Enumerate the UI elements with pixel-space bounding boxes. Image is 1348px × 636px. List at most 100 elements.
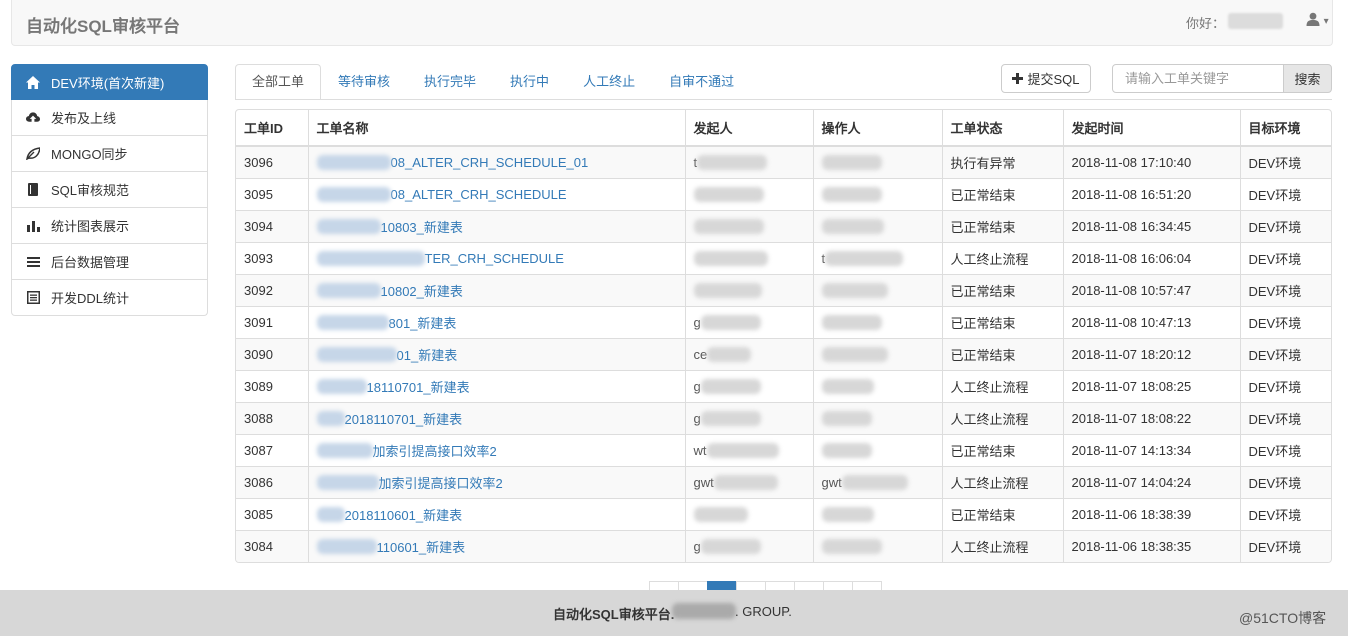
tab-5[interactable]: 自审不通过 <box>652 64 751 100</box>
order-name-link[interactable]: 18110701_新建表 <box>367 377 470 396</box>
order-status: 执行有异常 <box>942 146 1064 179</box>
sidebar-item-4[interactable]: 统计图表展示 <box>11 208 208 244</box>
operator-cell <box>813 530 943 562</box>
greeting-label: 你好： <box>1186 16 1226 31</box>
target-env: DEV环境 <box>1240 530 1331 562</box>
table-row[interactable]: 3088 2018110701_新建表 g 人工终止流程 2018-11-07 18:0… <box>236 402 1331 435</box>
target-env: DEV环境 <box>1240 274 1331 307</box>
order-name-link[interactable]: 08_ALTER_CRH_SCHEDULE <box>391 187 567 202</box>
tab-2[interactable]: 执行完毕 <box>407 64 493 100</box>
operator-cell <box>813 434 943 467</box>
redacted-text <box>697 154 768 170</box>
initiator-text: wt <box>693 442 707 458</box>
table-row[interactable]: 3087 加索引提高接口效率2 wt 已正常结束 2018-11-07 14:13:34… <box>236 434 1331 467</box>
user-menu-toggle[interactable]: ▾ <box>1306 12 1329 27</box>
initiator-text: ce <box>693 346 708 362</box>
order-name-link[interactable]: 2018110701_新建表 <box>345 409 463 428</box>
tab-3[interactable]: 执行中 <box>493 64 566 100</box>
redacted-text <box>821 442 872 458</box>
table-row[interactable]: 3094 10803_新建表 已正常结束 2018-11-08 16:34:45 DEV… <box>236 210 1331 243</box>
redacted-text <box>316 538 377 554</box>
order-name-cell: 18110701_新建表 <box>308 370 686 403</box>
target-env: DEV环境 <box>1240 338 1331 371</box>
status-tabs: 全部工单 等待审核 执行完毕 执行中 人工终止 自审不通过 <box>235 64 751 100</box>
table-row[interactable]: 3089 18110701_新建表 g 人工终止流程 2018-11-07 18:08:… <box>236 370 1331 403</box>
redacted-text <box>316 506 345 522</box>
order-id: 3086 <box>236 466 309 499</box>
redacted-text <box>693 186 764 202</box>
order-id: 3090 <box>236 338 309 371</box>
order-time: 2018-11-08 16:51:20 <box>1063 178 1241 211</box>
order-name-cell: 801_新建表 <box>308 306 686 339</box>
order-name-link[interactable]: 10803_新建表 <box>381 217 463 236</box>
order-name-link[interactable]: 加索引提高接口效率2 <box>373 441 497 460</box>
order-name-link[interactable]: 801_新建表 <box>389 313 457 332</box>
submit-sql-button[interactable]: 提交SQL <box>1001 64 1091 93</box>
order-name-link[interactable]: 加索引提高接口效率2 <box>379 473 503 492</box>
redacted-text <box>821 282 888 298</box>
sidebar-item-2[interactable]: MONGO同步 <box>11 136 208 172</box>
top-navbar: 自动化SQL审核平台 你好： ▾ <box>11 0 1333 46</box>
target-env: DEV环境 <box>1240 242 1331 275</box>
table-row[interactable]: 3085 2018110601_新建表 已正常结束 2018-11-06 18:38:… <box>236 498 1331 531</box>
target-env: DEV环境 <box>1240 210 1331 243</box>
order-name-cell: 08_ALTER_CRH_SCHEDULE <box>308 178 686 211</box>
operator-text: gwt <box>821 474 842 490</box>
plus-icon <box>1012 73 1024 84</box>
sidebar-item-6[interactable]: 开发DDL统计 <box>11 280 208 316</box>
order-name-cell: 加索引提高接口效率2 <box>308 434 686 467</box>
order-time: 2018-11-08 10:47:13 <box>1063 306 1241 339</box>
operator-cell <box>813 402 943 435</box>
footer: 自动化SQL审核平台. . GROUP. <box>0 590 1348 636</box>
table-row[interactable]: 3095 08_ALTER_CRH_SCHEDULE 已正常结束 2018-11-08… <box>236 178 1331 211</box>
order-name-link[interactable]: 01_新建表 <box>397 345 458 364</box>
target-env: DEV环境 <box>1240 178 1331 211</box>
tab-0[interactable]: 全部工单 <box>235 64 322 100</box>
operator-cell <box>813 178 943 211</box>
redacted-text <box>713 474 778 490</box>
order-id: 3094 <box>236 210 309 243</box>
order-name-cell: 10802_新建表 <box>308 274 686 307</box>
order-name-cell: 2018110601_新建表 <box>308 498 686 531</box>
redacted-text <box>706 442 779 458</box>
search-input[interactable] <box>1112 64 1284 93</box>
order-name-link[interactable]: 110601_新建表 <box>377 537 466 556</box>
redacted-text <box>821 154 882 170</box>
initiator-cell <box>685 178 814 211</box>
search-button[interactable]: 搜索 <box>1283 64 1332 93</box>
table-row[interactable]: 3086 加索引提高接口效率2 gwt gwt 人工终止流程 2018-11-07 14:… <box>236 466 1331 499</box>
order-status: 人工终止流程 <box>942 370 1064 403</box>
order-name-cell: 加索引提高接口效率2 <box>308 466 686 499</box>
order-time: 2018-11-08 17:10:40 <box>1063 146 1241 179</box>
target-env: DEV环境 <box>1240 466 1331 499</box>
order-time: 2018-11-07 18:08:22 <box>1063 402 1241 435</box>
order-name-link[interactable]: TER_CRH_SCHEDULE <box>425 251 564 266</box>
leaf-icon <box>26 147 40 161</box>
table-row[interactable]: 3091 801_新建表 g 已正常结束 2018-11-08 10:47:13 DEV环… <box>236 306 1331 339</box>
sidebar-menu: DEV环境(首次新建) 发布及上线 MONGO同步 SQL审核规范 统计图表展示 后台数据… <box>11 64 208 316</box>
target-env: DEV环境 <box>1240 146 1331 179</box>
initiator-text: g <box>693 378 701 394</box>
redacted-text <box>821 186 882 202</box>
sidebar-item-0[interactable]: DEV环境(首次新建) <box>11 64 208 100</box>
target-env: DEV环境 <box>1240 498 1331 531</box>
order-name-link[interactable]: 08_ALTER_CRH_SCHEDULE_01 <box>391 155 589 170</box>
tab-4[interactable]: 人工终止 <box>566 64 652 100</box>
table-row[interactable]: 3084 110601_新建表 g 人工终止流程 2018-11-06 18:38:35… <box>236 530 1331 562</box>
order-time: 2018-11-06 18:38:39 <box>1063 498 1241 531</box>
order-status: 已正常结束 <box>942 274 1064 307</box>
table-row[interactable]: 3092 10802_新建表 已正常结束 2018-11-08 10:57:47 DEV… <box>236 274 1331 307</box>
redacted-text <box>821 410 872 426</box>
sidebar-item-5[interactable]: 后台数据管理 <box>11 244 208 280</box>
cloud-upload-icon <box>26 111 40 125</box>
sidebar-item-1[interactable]: 发布及上线 <box>11 100 208 136</box>
tab-1[interactable]: 等待审核 <box>321 64 407 100</box>
table-row[interactable]: 3096 08_ALTER_CRH_SCHEDULE_01 t 执行有异常 2018-1… <box>236 146 1331 179</box>
redacted-text <box>821 506 874 522</box>
order-name-link[interactable]: 2018110601_新建表 <box>345 505 463 524</box>
table-row[interactable]: 3093 TER_CRH_SCHEDULE t 人工终止流程 2018-11-08 16… <box>236 242 1331 275</box>
table-row[interactable]: 3090 01_新建表 ce 已正常结束 2018-11-07 18:20:12 DEV环… <box>236 338 1331 371</box>
sidebar-item-3[interactable]: SQL审核规范 <box>11 172 208 208</box>
order-name-link[interactable]: 10802_新建表 <box>381 281 463 300</box>
brand-title[interactable]: 自动化SQL审核平台 <box>26 12 180 37</box>
